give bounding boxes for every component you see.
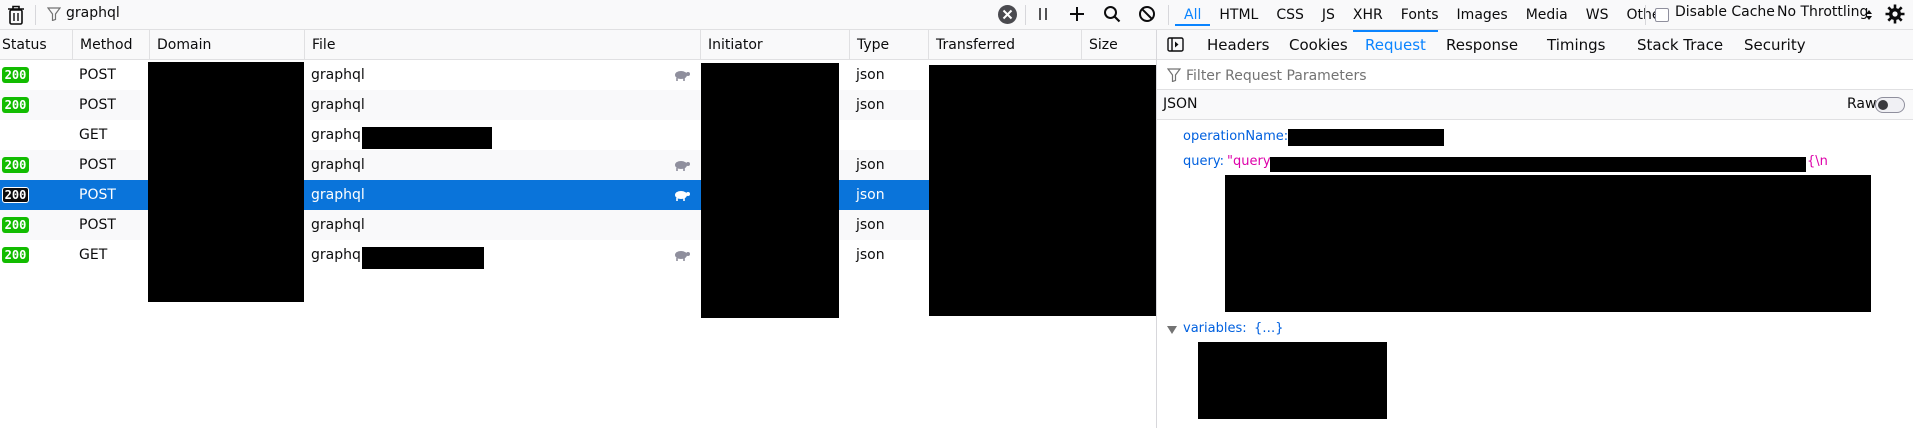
clear-filter-icon[interactable] [997, 4, 1018, 25]
table-header: Status Method Domain File Initiator Type… [0, 30, 1156, 60]
json-section-header: JSON Raw [1157, 90, 1913, 120]
throttling-select[interactable]: No Throttling [1777, 4, 1868, 20]
method-cell: POST [79, 157, 116, 173]
redacted-transferred-column [929, 65, 1156, 316]
column-domain[interactable]: Domain [149, 30, 304, 60]
filter-fonts[interactable]: Fonts [1392, 4, 1448, 26]
column-file[interactable]: File [304, 30, 700, 60]
filter-icon [47, 7, 61, 21]
type-cell: json [856, 67, 885, 83]
disable-cache-checkbox[interactable] [1655, 8, 1669, 22]
query-key: query: [1183, 154, 1224, 169]
file-cell: graphql [311, 97, 365, 113]
filter-params-input[interactable] [1184, 64, 1688, 88]
type-cell: json [856, 247, 885, 263]
request-details-panel: Headers Cookies Request Response Timings… [1156, 30, 1913, 428]
tab-security[interactable]: Security [1732, 30, 1818, 60]
tab-headers[interactable]: Headers [1195, 30, 1281, 60]
status-badge: 200 [2, 157, 29, 173]
file-cell: graphql [311, 217, 365, 233]
tab-timings[interactable]: Timings [1535, 30, 1618, 60]
filter-ws[interactable]: WS [1577, 4, 1618, 26]
raw-toggle[interactable] [1875, 97, 1905, 113]
turtle-icon [674, 69, 690, 85]
status-badge: 200 [2, 247, 29, 263]
file-cell: graphql [311, 67, 365, 83]
redacted-initiator-column [701, 63, 839, 318]
redacted-query-string [362, 127, 492, 149]
filter-images[interactable]: Images [1448, 4, 1517, 26]
block-icon[interactable] [1138, 5, 1156, 23]
redacted-operation-name [1288, 129, 1444, 146]
method-cell: GET [79, 127, 108, 143]
plus-icon[interactable] [1068, 5, 1086, 23]
status-badge: 200 [2, 67, 29, 83]
variables-key[interactable]: variables: [1183, 321, 1247, 336]
file-cell: graphql [311, 187, 365, 203]
raw-label: Raw [1847, 96, 1877, 112]
tab-cookies[interactable]: Cookies [1277, 30, 1360, 60]
disable-cache-label: Disable Cache [1675, 4, 1775, 20]
query-suffix: {\n [1807, 154, 1828, 169]
type-cell: json [856, 187, 885, 203]
turtle-icon [674, 189, 690, 205]
filter-media[interactable]: Media [1517, 4, 1577, 26]
type-cell: json [856, 217, 885, 233]
url-filter-input[interactable]: graphql [66, 5, 120, 21]
chevron-down-icon[interactable] [1167, 326, 1177, 334]
filter-html[interactable]: HTML [1210, 4, 1267, 26]
tab-request[interactable]: Request [1353, 30, 1438, 60]
redacted-query-body [1225, 175, 1871, 312]
type-filter-bar: All HTML CSS JS XHR Fonts Images Media W… [1175, 0, 1675, 30]
select-arrows-icon [1865, 9, 1873, 21]
redacted-variables [1198, 342, 1387, 419]
trash-icon[interactable] [7, 5, 25, 25]
filter-icon [1167, 68, 1181, 82]
filter-js[interactable]: JS [1313, 4, 1344, 26]
column-method[interactable]: Method [72, 30, 149, 60]
turtle-icon [674, 249, 690, 265]
method-cell: GET [79, 247, 108, 263]
variables-value[interactable]: {…} [1254, 321, 1284, 336]
pause-icon[interactable] [1036, 7, 1050, 21]
method-cell: POST [79, 187, 116, 203]
file-cell: graphql [311, 247, 364, 263]
redacted-domain-column [148, 62, 304, 302]
filter-all[interactable]: All [1175, 4, 1211, 26]
details-tab-bar: Headers Cookies Request Response Timings… [1157, 30, 1913, 60]
tab-stack-trace[interactable]: Stack Trace [1625, 30, 1735, 60]
tab-response[interactable]: Response [1434, 30, 1530, 60]
search-icon[interactable] [1103, 5, 1121, 23]
method-cell: POST [79, 97, 116, 113]
status-badge: 200 [2, 217, 29, 233]
operation-name-key: operationName: [1183, 129, 1289, 144]
toggle-sidebar-icon[interactable] [1167, 37, 1184, 52]
request-table: Status Method Domain File Initiator Type… [0, 30, 1156, 428]
params-filter-row [1157, 60, 1913, 90]
redacted-query-line [1270, 157, 1806, 172]
type-cell: json [856, 157, 885, 173]
column-status[interactable]: Status [0, 30, 72, 60]
file-cell: graphql [311, 157, 365, 173]
json-label: JSON [1163, 96, 1198, 112]
column-type[interactable]: Type [849, 30, 928, 60]
column-transferred[interactable]: Transferred [928, 30, 1081, 60]
column-size[interactable]: Size [1081, 30, 1156, 60]
turtle-icon [674, 159, 690, 175]
method-cell: POST [79, 217, 116, 233]
column-initiator[interactable]: Initiator [700, 30, 849, 60]
status-badge: 200 [2, 187, 29, 203]
query-prefix: "query [1227, 154, 1271, 169]
network-toolbar: graphql All HTML CSS JS XHR Fonts Images… [0, 0, 1913, 30]
method-cell: POST [79, 67, 116, 83]
type-cell: json [856, 97, 885, 113]
gear-icon[interactable] [1884, 3, 1906, 25]
filter-xhr[interactable]: XHR [1344, 4, 1392, 26]
status-badge: 200 [2, 97, 29, 113]
redacted-query-string [362, 247, 484, 269]
filter-css[interactable]: CSS [1267, 4, 1313, 26]
